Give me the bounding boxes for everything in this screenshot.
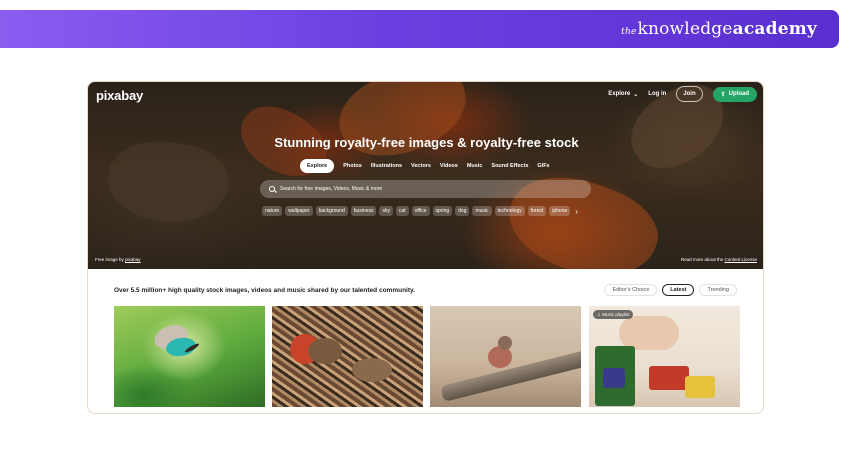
explore-menu[interactable]: Explore ⌄ [608, 91, 638, 98]
search-input[interactable]: Search for free Images, Videos, Music & … [260, 180, 591, 198]
image-tile-toy-blocks[interactable]: ♫ Music playlist [589, 306, 740, 407]
content-license-link[interactable]: Content License [724, 257, 757, 262]
tab-illustrations[interactable]: Illustrations [371, 163, 402, 169]
license-note: Read more about the Content License [681, 257, 757, 262]
filter-editors-choice[interactable]: Editor's Choice [604, 284, 658, 296]
toy-block [685, 376, 715, 398]
credit-author-link[interactable]: pixabay [125, 257, 141, 262]
music-note-icon: ♫ [597, 312, 601, 317]
tag-chip[interactable]: dog [455, 206, 470, 216]
hand [619, 316, 679, 350]
chevron-down-icon: ⌄ [633, 91, 639, 98]
bird [498, 336, 512, 350]
hero-leaf [329, 82, 477, 168]
tag-chip[interactable]: sky [379, 206, 393, 216]
tag-chip[interactable]: cat [395, 206, 409, 216]
tag-list: nature wallpaper background business sky… [262, 206, 578, 216]
image-credit: Free image by pixabay [95, 257, 141, 262]
bird [352, 358, 392, 382]
toy-block [603, 368, 625, 388]
music-badge-label: Music playlist [602, 312, 630, 317]
media-tabs: Explore Photos Illustrations Vectors Vid… [300, 159, 550, 173]
tab-vectors[interactable]: Vectors [411, 163, 431, 169]
image-tile-butterfly[interactable] [114, 306, 265, 407]
tab-explore[interactable]: Explore [300, 159, 335, 173]
upload-icon: ⇧ [720, 91, 726, 98]
license-prefix: Read more about the [680, 257, 724, 262]
toy-block [649, 366, 689, 390]
bird [308, 338, 342, 364]
hero-section: pixabay Explore ⌄ Log in Join ⇧ Upload S… [88, 82, 763, 269]
tab-music[interactable]: Music [467, 163, 483, 169]
browser-screenshot: pixabay Explore ⌄ Log in Join ⇧ Upload S… [87, 81, 764, 414]
explore-label: Explore [608, 91, 631, 97]
join-button[interactable]: Join [676, 86, 703, 102]
promo-banner: theknowledgeacademy [0, 10, 839, 48]
search-icon [269, 186, 275, 192]
sort-filters: Editor's Choice Latest Trending [604, 284, 737, 296]
tag-chip[interactable]: wallpaper [285, 206, 313, 216]
credit-prefix: Free image by [95, 257, 124, 262]
tag-chip[interactable]: background [315, 206, 348, 216]
image-tile-robin-leaves[interactable] [272, 306, 423, 407]
tab-photos[interactable]: Photos [343, 163, 362, 169]
tab-sound-effects[interactable]: Sound Effects [491, 163, 528, 169]
chevron-right-icon[interactable]: › [575, 207, 578, 216]
tab-gifs[interactable]: GIFs [537, 163, 549, 169]
tag-chip[interactable]: iphone [549, 206, 571, 216]
tag-chip[interactable]: music [472, 206, 492, 216]
upload-button[interactable]: ⇧ Upload [712, 86, 757, 102]
search-placeholder: Search for free Images, Videos, Music & … [280, 186, 383, 192]
tag-chip[interactable]: technology [494, 206, 525, 216]
music-playlist-badge[interactable]: ♫ Music playlist [593, 310, 634, 319]
pixabay-logo[interactable]: pixabay [96, 88, 143, 103]
tag-chip[interactable]: nature [262, 206, 283, 216]
top-nav: Explore ⌄ Log in Join ⇧ Upload [608, 86, 757, 102]
tag-chip[interactable]: spring [432, 206, 453, 216]
image-tile-bird-branch[interactable] [430, 306, 581, 407]
brand-logo: theknowledgeacademy [621, 19, 817, 39]
filter-trending[interactable]: Trending [699, 284, 737, 296]
upload-label: Upload [728, 91, 749, 97]
tag-chip[interactable]: forest [527, 206, 547, 216]
community-tagline: Over 5.5 million+ high quality stock ima… [114, 287, 415, 294]
hero-headline: Stunning royalty-free images & royalty-f… [274, 135, 579, 150]
bird [488, 346, 512, 368]
login-link[interactable]: Log in [648, 91, 666, 97]
tab-videos[interactable]: Videos [440, 163, 458, 169]
tag-chip[interactable]: business [350, 206, 377, 216]
filter-latest[interactable]: Latest [662, 284, 695, 296]
tag-chip[interactable]: office [411, 206, 430, 216]
